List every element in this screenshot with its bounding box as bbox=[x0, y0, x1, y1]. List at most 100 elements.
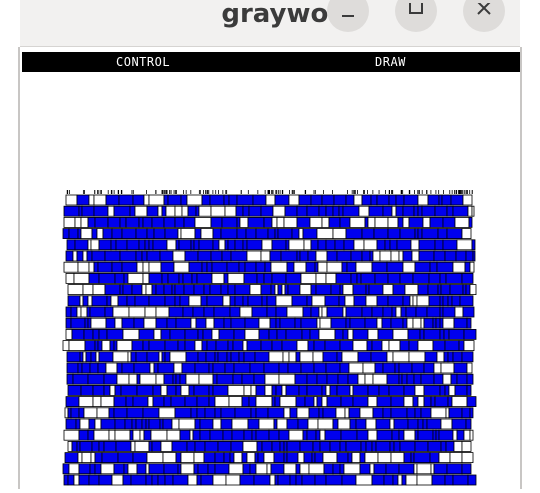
cell bbox=[133, 317, 145, 329]
cell bbox=[268, 429, 280, 441]
cell bbox=[77, 261, 90, 273]
cell bbox=[454, 384, 468, 396]
cell bbox=[359, 452, 366, 464]
cell bbox=[74, 216, 82, 228]
cell bbox=[462, 284, 467, 295]
minimize-icon bbox=[342, 15, 354, 17]
cell bbox=[211, 328, 220, 340]
cell bbox=[376, 396, 392, 408]
cell bbox=[277, 474, 291, 486]
cell bbox=[212, 373, 218, 385]
cell bbox=[246, 452, 256, 464]
cell bbox=[247, 418, 260, 430]
cell bbox=[194, 418, 201, 430]
cell bbox=[268, 328, 278, 340]
cell bbox=[117, 452, 134, 464]
cell bbox=[187, 205, 197, 217]
cell bbox=[392, 328, 409, 340]
cell bbox=[270, 261, 288, 273]
cell bbox=[315, 429, 321, 441]
cell bbox=[343, 463, 361, 475]
cell bbox=[177, 463, 182, 475]
cell bbox=[112, 306, 130, 318]
cell bbox=[184, 340, 196, 352]
cell bbox=[254, 351, 270, 363]
cell bbox=[466, 396, 477, 408]
cell bbox=[462, 194, 473, 206]
cell bbox=[416, 295, 430, 307]
cell bbox=[441, 194, 452, 206]
cell bbox=[82, 351, 87, 363]
cell bbox=[136, 373, 141, 385]
cell bbox=[344, 407, 350, 419]
cell bbox=[283, 440, 288, 452]
cell bbox=[205, 317, 215, 329]
cell bbox=[135, 228, 148, 239]
cell bbox=[110, 239, 117, 251]
cell bbox=[452, 351, 463, 363]
cell bbox=[309, 216, 323, 228]
cell bbox=[255, 396, 273, 408]
cell bbox=[200, 228, 214, 239]
cell bbox=[153, 228, 166, 239]
cell bbox=[252, 194, 267, 206]
cell bbox=[341, 351, 359, 363]
placement-canvas[interactable] bbox=[60, 190, 480, 489]
cell bbox=[279, 396, 297, 408]
cell bbox=[461, 351, 474, 363]
cell bbox=[440, 440, 447, 452]
cell bbox=[423, 328, 441, 340]
cell bbox=[364, 317, 378, 329]
cell bbox=[432, 317, 437, 329]
cell bbox=[345, 306, 363, 318]
cell bbox=[451, 418, 467, 430]
cell bbox=[289, 407, 298, 419]
cell bbox=[288, 351, 297, 363]
cell bbox=[235, 205, 244, 217]
cell bbox=[266, 463, 272, 475]
cell bbox=[398, 429, 405, 441]
cell bbox=[447, 351, 454, 363]
cell bbox=[419, 328, 425, 340]
cell bbox=[412, 295, 418, 307]
cell bbox=[394, 362, 400, 374]
title-bar[interactable]: graywolf bbox=[20, 0, 520, 47]
cell bbox=[300, 317, 318, 329]
cell bbox=[113, 205, 131, 217]
cell bbox=[227, 340, 234, 352]
cell bbox=[70, 306, 78, 318]
cell bbox=[87, 373, 105, 385]
cell bbox=[133, 362, 151, 374]
cell bbox=[194, 216, 212, 228]
cell bbox=[279, 317, 296, 329]
cell bbox=[241, 396, 250, 408]
cell bbox=[138, 328, 155, 340]
cell bbox=[366, 340, 373, 352]
cell bbox=[63, 216, 76, 228]
cell bbox=[163, 216, 176, 228]
graphics-window: CONTROL DRAW bbox=[20, 47, 520, 489]
cell bbox=[155, 306, 170, 318]
cell bbox=[411, 362, 425, 374]
menu-draw[interactable]: DRAW bbox=[375, 52, 406, 72]
cell bbox=[159, 418, 164, 430]
cell bbox=[227, 273, 245, 284]
cell bbox=[427, 440, 442, 452]
cell bbox=[417, 284, 429, 295]
cell bbox=[271, 239, 287, 251]
cell bbox=[191, 273, 198, 284]
cell bbox=[375, 418, 391, 430]
cell bbox=[286, 452, 299, 464]
cell bbox=[369, 463, 375, 475]
cell bbox=[456, 373, 468, 385]
cell bbox=[229, 306, 241, 318]
cell bbox=[80, 216, 89, 228]
menu-control[interactable]: CONTROL bbox=[116, 52, 170, 72]
cell bbox=[216, 373, 234, 385]
cell bbox=[131, 284, 143, 295]
cell bbox=[427, 194, 440, 206]
cell bbox=[82, 295, 89, 307]
cell bbox=[142, 407, 160, 419]
cell bbox=[107, 205, 115, 217]
cell bbox=[132, 429, 141, 441]
